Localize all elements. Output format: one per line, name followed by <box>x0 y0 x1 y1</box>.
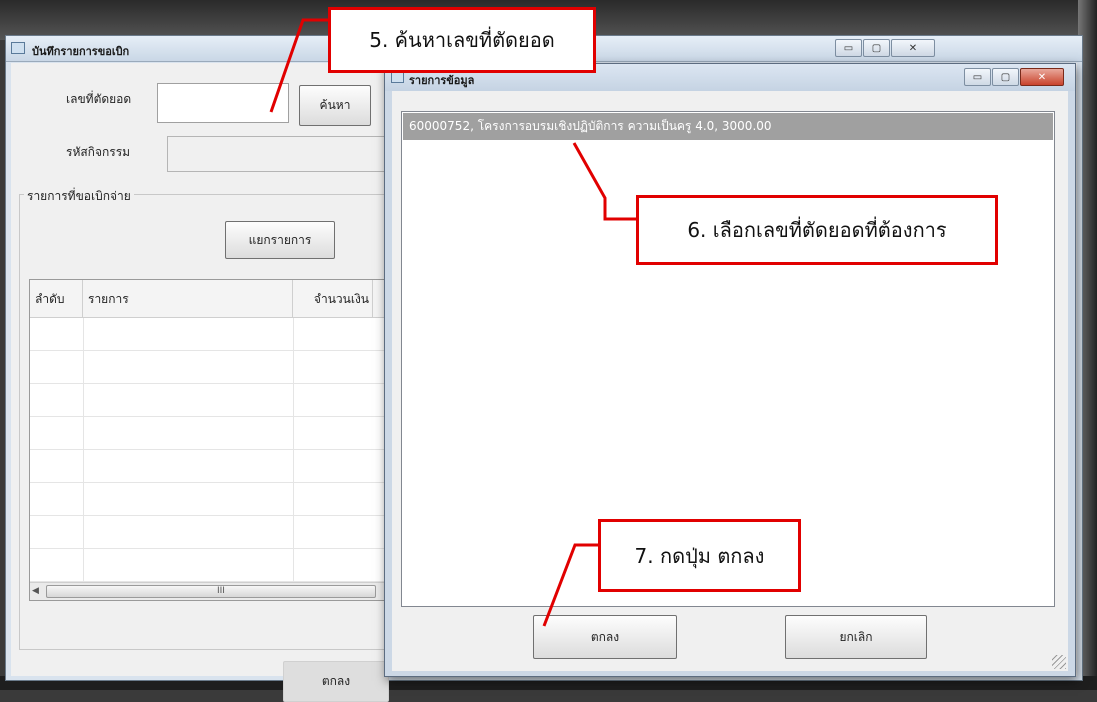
scrollbar-thumb[interactable]: III <box>46 585 376 598</box>
back-ok-button[interactable]: ตกลง <box>283 661 389 702</box>
table-row[interactable] <box>30 351 390 384</box>
table-row[interactable] <box>30 516 390 549</box>
table-row[interactable] <box>30 549 390 582</box>
activity-code-label: รหัสกิจกรรม <box>66 145 131 159</box>
split-items-button[interactable]: แยกรายการ <box>225 221 335 259</box>
maximize-icon: ▢ <box>871 42 882 54</box>
dialog-ok-button-label: ตกลง <box>590 629 620 644</box>
callout-step5-text: 5. ค้นหาเลขที่ตัดยอด <box>369 28 555 52</box>
activity-code-input[interactable] <box>167 136 387 172</box>
minimize-button[interactable]: ▭ <box>835 39 862 57</box>
close-icon: ✕ <box>1037 71 1047 83</box>
window-title: บันทึกรายการขอเบิก <box>32 45 130 58</box>
search-button[interactable]: ค้นหา <box>299 85 371 126</box>
dialog-close-button[interactable]: ✕ <box>1020 68 1064 86</box>
scrollbar-grip: III <box>217 586 225 596</box>
request-items-group-label: รายการที่ขอเบิกจ่าย <box>24 187 134 206</box>
maximize-button[interactable]: ▢ <box>863 39 890 57</box>
callout-step6-text: 6. เลือกเลขที่ตัดยอดที่ต้องการ <box>687 218 947 242</box>
table-row[interactable] <box>30 483 390 516</box>
callout-step6: 6. เลือกเลขที่ตัดยอดที่ต้องการ <box>636 195 998 265</box>
dialog-app-icon <box>391 72 404 83</box>
back-ok-button-label: ตกลง <box>321 674 351 688</box>
resize-grip-icon[interactable] <box>1052 655 1066 669</box>
horizontal-scrollbar[interactable]: ◀ III <box>30 582 390 600</box>
table-row[interactable] <box>30 318 390 351</box>
close-button[interactable]: ✕ <box>891 39 935 57</box>
table-row[interactable] <box>30 384 390 417</box>
window-app-icon <box>11 42 25 54</box>
column-header-item[interactable]: รายการ <box>83 280 293 318</box>
search-button-label: ค้นหา <box>319 98 351 112</box>
search-no-input[interactable] <box>157 83 289 123</box>
dialog-maximize-button[interactable]: ▢ <box>992 68 1019 86</box>
column-header-no[interactable]: ลำดับ <box>30 280 83 318</box>
items-grid[interactable]: ลำดับ รายการ จำนวนเงิน ◀ III <box>29 279 391 601</box>
callout-step5: 5. ค้นหาเลขที่ตัดยอด <box>328 7 596 73</box>
dialog-cancel-button-label: ยกเลิก <box>839 629 873 644</box>
dialog-minimize-button[interactable]: ▭ <box>964 68 991 86</box>
dialog-cancel-button[interactable]: ยกเลิก <box>785 615 927 659</box>
dialog-ok-button[interactable]: ตกลง <box>533 615 677 659</box>
minimize-icon: ▭ <box>843 42 854 54</box>
table-row[interactable] <box>30 417 390 450</box>
search-no-label: เลขที่ตัดยอด <box>66 92 132 106</box>
maximize-icon: ▢ <box>1000 71 1011 83</box>
split-items-button-label: แยกรายการ <box>248 232 312 247</box>
scroll-left-icon[interactable]: ◀ <box>32 586 39 596</box>
column-header-amount[interactable]: จำนวนเงิน <box>293 280 373 318</box>
table-row[interactable] <box>30 450 390 483</box>
callout-step7-text: 7. กดปุ่ม ตกลง <box>634 543 765 568</box>
dialog-title: รายการข้อมูล <box>409 74 475 87</box>
grid-header: ลำดับ รายการ จำนวนเงิน <box>30 280 390 318</box>
list-item[interactable]: 60000752, โครงการอบรมเชิงปฏิบัติการ ความ… <box>403 113 1053 140</box>
callout-step7: 7. กดปุ่ม ตกลง <box>598 519 801 592</box>
dialog-window-controls: ▭ ▢ ✕ <box>963 68 1064 86</box>
window-controls: ▭ ▢ ✕ <box>834 39 935 57</box>
close-icon: ✕ <box>908 42 918 54</box>
minimize-icon: ▭ <box>972 71 983 83</box>
